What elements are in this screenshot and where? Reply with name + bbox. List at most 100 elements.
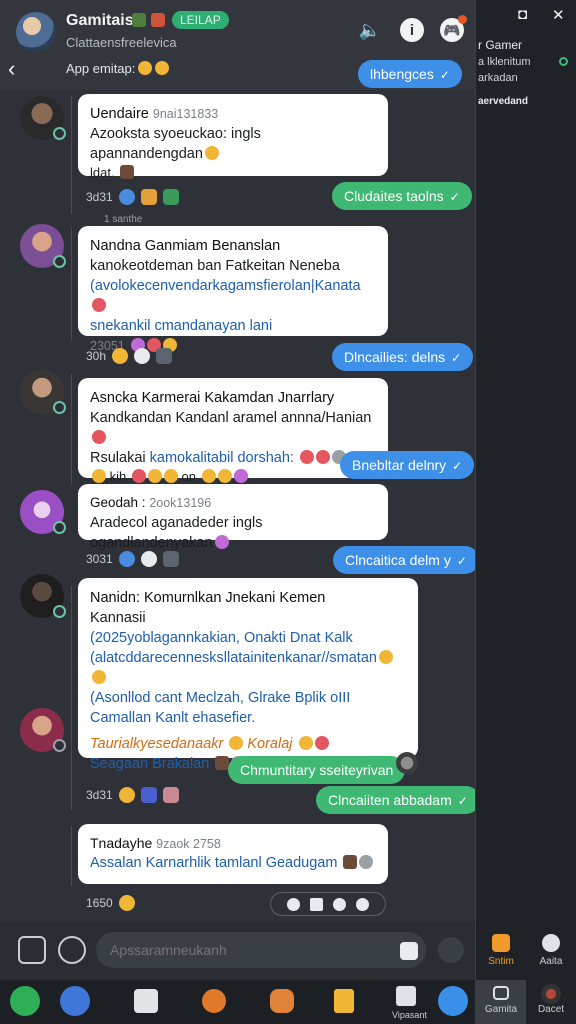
message-text: snekankil cmandanayan lani (90, 318, 273, 334)
message-text: Kannasii (90, 610, 146, 626)
reply-pill[interactable]: lhbengces ✓ (358, 60, 462, 88)
thread-line (71, 374, 72, 484)
emoji-icon (92, 298, 106, 312)
header-note-text: App emitap: (66, 61, 136, 76)
gamepad-icon[interactable] (156, 348, 173, 364)
reply-pill[interactable]: Clncaitica delm y ✓ (333, 546, 479, 574)
pill-label: Chmuntitary sseiteyrivan (240, 762, 394, 778)
mic-icon[interactable] (438, 937, 464, 963)
chat-panel: Gamitais LEILAP Clattaensfreelevica ‹ Ap… (0, 0, 480, 1024)
emoji-icon (204, 146, 219, 160)
emoji-picker-icon[interactable] (58, 936, 86, 964)
list-icon[interactable] (334, 989, 354, 1013)
message-bubble[interactable]: Nandna Ganmiam Benanslan kanokeotdeman b… (78, 226, 388, 353)
reaction-icon[interactable] (112, 348, 129, 364)
emoji-icon (131, 469, 146, 483)
status-dot (53, 401, 66, 414)
message-time: 2ook13196 (149, 496, 212, 510)
reaction-icon[interactable] (162, 189, 179, 205)
bookmark-icon[interactable]: ◘ (518, 6, 527, 23)
gamepad-icon[interactable] (162, 551, 179, 567)
reply-pill[interactable]: Dlncailies: delns ✓ (332, 343, 474, 371)
brush-icon[interactable] (270, 989, 294, 1013)
avatar[interactable] (20, 708, 66, 752)
avatar[interactable] (20, 370, 66, 414)
emoji-icon (214, 534, 229, 549)
side-tab-aaita[interactable]: Aaita (526, 924, 576, 980)
side-tab-dacet[interactable]: Dacet (526, 980, 576, 1024)
chat-icon (493, 986, 509, 1000)
discover-icon[interactable] (60, 986, 90, 1016)
game-icon[interactable]: 🎮 (440, 15, 467, 42)
message-text: (avolokecenvendarkagamsfierolan|Kanata (90, 278, 361, 294)
message-text: kamokalitabil dorshah: (149, 450, 294, 466)
avatar[interactable] (20, 490, 66, 534)
avatar[interactable] (20, 574, 66, 618)
reply-pill[interactable]: Clncaiiten abbadam ✓ (316, 786, 480, 814)
message-time: 9nai131833 (152, 107, 219, 121)
channel-title[interactable]: Gamitais (66, 12, 134, 30)
emoji-icon (378, 650, 393, 664)
reaction-time: 3031 (86, 552, 113, 566)
reply-pill[interactable]: Cludaites taolns ✓ (332, 182, 472, 210)
emoji-icon (298, 736, 313, 750)
check-icon: ✓ (439, 68, 450, 82)
back-icon[interactable]: ‹ (8, 56, 26, 82)
profile-icon[interactable] (438, 986, 468, 1016)
plus-icon[interactable] (118, 189, 135, 205)
message-bubble[interactable]: Tnadayhe 9zaok 2758 Assalan Karnarhlik t… (78, 824, 388, 884)
avatar[interactable] (20, 96, 66, 140)
side-panel: ◘ ✕ r Gamer a lklenitum arkadan aervedan… (475, 0, 576, 1024)
sender-name: Geodah : (90, 495, 146, 510)
emoji-icon (229, 736, 244, 750)
camera-icon[interactable] (140, 551, 157, 567)
status-dot (53, 521, 66, 534)
emoji-icon (233, 469, 248, 483)
message-text: Assalan Karnarhlik tamlanl Geadugam (90, 855, 338, 872)
reply-pill[interactable]: Bnebltar delnry ✓ (340, 451, 475, 479)
side-tab-sntim[interactable]: Sntim (476, 924, 526, 980)
close-icon[interactable]: ✕ (552, 6, 565, 24)
reaction-row: 1650 (86, 895, 135, 911)
channel-avatar[interactable] (16, 12, 56, 52)
settings-icon[interactable] (356, 897, 369, 911)
emoji-icon (299, 450, 314, 464)
side-tab-gamita[interactable]: Gamita (476, 980, 526, 1024)
clock-icon[interactable] (287, 897, 300, 911)
reply-pill[interactable]: Chmuntitary sseiteyrivan (228, 756, 406, 784)
message-bubble[interactable]: Geodah : 2ook13196 Aradecol aganadeder i… (78, 484, 388, 551)
message-text: on (181, 469, 196, 484)
home-icon[interactable] (10, 986, 40, 1016)
sender-name: Nandna Ganmiam Benanslan (90, 238, 281, 254)
message-input[interactable] (96, 932, 426, 968)
message-text: Camallan Kanlt ehasefier. (90, 710, 256, 726)
reaction-icon[interactable] (140, 787, 157, 803)
document-icon[interactable] (310, 897, 323, 911)
message-bubble[interactable]: Nanidn: Komurnlkan Jnekani Kemen Kannasi… (78, 578, 418, 772)
reaction-icon[interactable] (118, 787, 135, 803)
message-text: (Asonllod cant Meclzah, Glrake Bplik oII… (90, 690, 351, 706)
avatar[interactable] (20, 224, 66, 268)
emoji-icon (138, 61, 153, 75)
sender-name: Uendaire (90, 106, 149, 122)
camera-icon[interactable] (134, 348, 151, 364)
message-text: (2025yoblagannkakian, Onakti Dnat Kalk (90, 630, 353, 646)
pill-label: Clncaiiten abbadam (328, 792, 452, 808)
info-icon[interactable]: i (400, 18, 424, 42)
gif-icon[interactable] (400, 942, 418, 960)
copyright-icon[interactable] (333, 897, 346, 911)
reaction-icon[interactable] (118, 551, 135, 567)
header-note: App emitap: (66, 61, 170, 76)
rocket-icon[interactable] (202, 989, 226, 1013)
reaction-icon[interactable] (118, 895, 135, 911)
reaction-icon[interactable] (140, 189, 157, 205)
online-icon (559, 57, 568, 66)
volume-icon[interactable]: 🔈 (358, 18, 382, 42)
message-text: kih (109, 469, 127, 484)
reaction-icon[interactable] (162, 787, 179, 803)
gift-icon[interactable] (134, 989, 158, 1013)
side-tab-label: Dacet (537, 1004, 565, 1015)
puzzle-icon[interactable] (396, 986, 416, 1006)
attach-icon[interactable] (18, 936, 46, 964)
message-bubble[interactable]: Uendaire 9nai131833 Azooksta syoeuckao: … (78, 94, 388, 180)
